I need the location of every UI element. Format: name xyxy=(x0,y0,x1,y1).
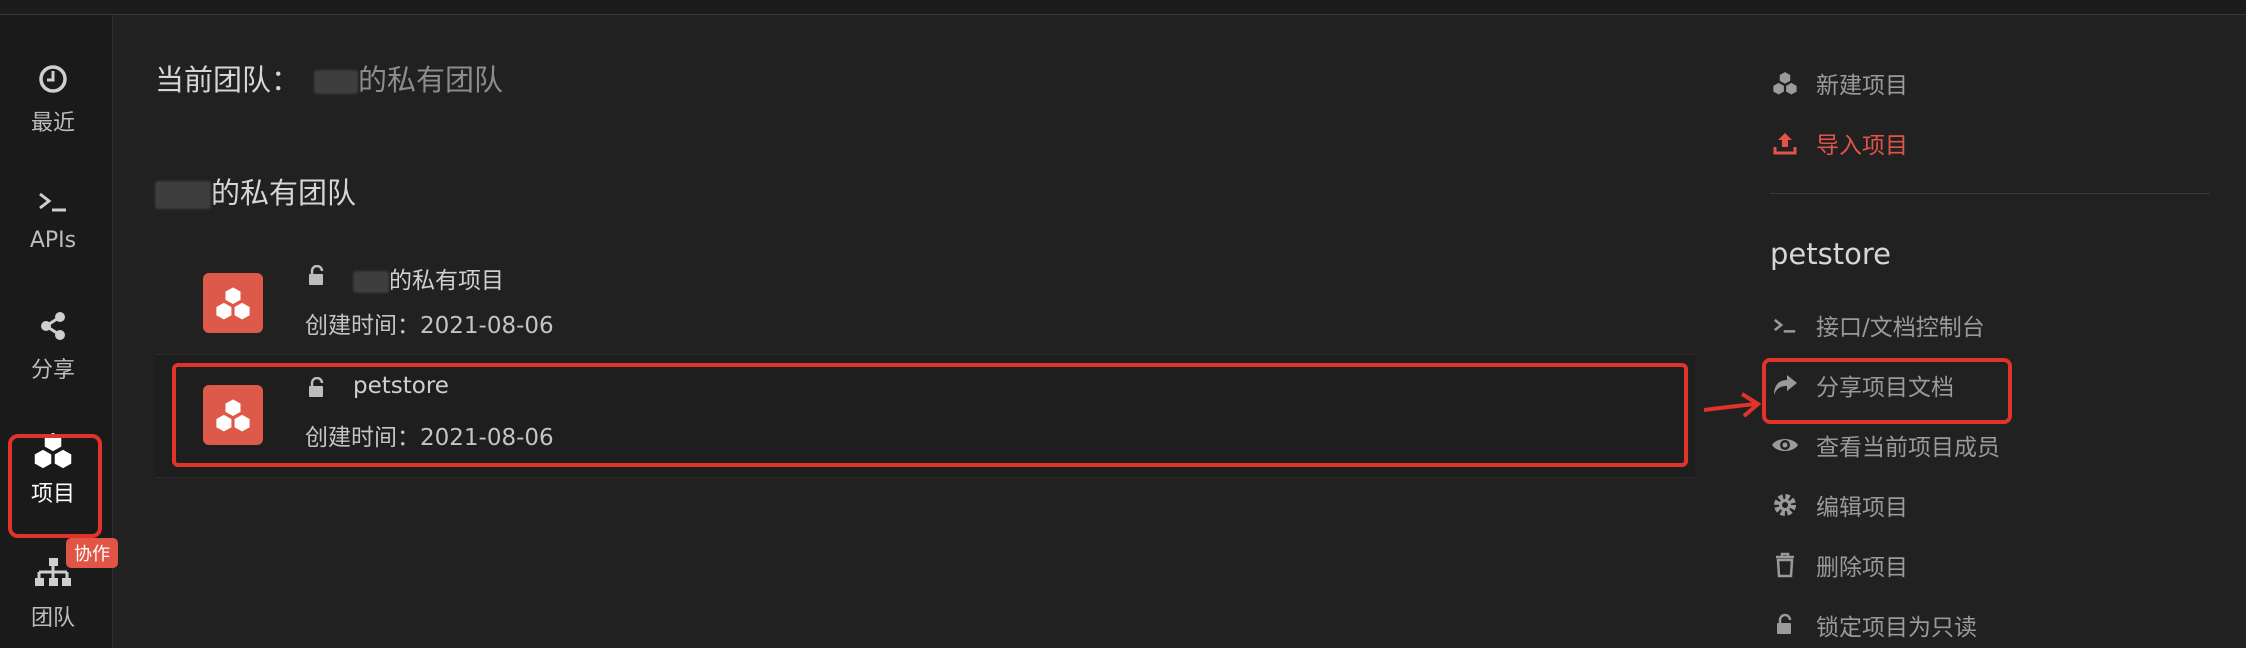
redacted-text xyxy=(155,181,211,209)
view-project-members-button[interactable]: 查看当前项目成员 xyxy=(1770,425,2000,465)
sidebar-item-share[interactable]: 分享 xyxy=(0,304,106,384)
terminal-icon xyxy=(39,192,66,212)
sidebar-item-recent[interactable]: 最近 xyxy=(0,57,106,137)
unlock-icon xyxy=(1770,610,1800,640)
sidebar-item-label: 分享 xyxy=(30,358,75,383)
main-content: 当前团队： 的私有团队 的私有团队 的私有项目 创建时间：2021-08-06 xyxy=(112,15,1695,648)
divider xyxy=(1770,193,2210,194)
team-section-title: 的私有团队 xyxy=(155,170,356,212)
window-top-bar xyxy=(0,0,2246,15)
current-team: 当前团队： 的私有团队 xyxy=(155,57,503,99)
trash-icon xyxy=(1770,550,1800,580)
terminal-icon xyxy=(1770,310,1800,340)
eye-icon xyxy=(1770,430,1800,460)
annotation-highlight-box xyxy=(172,363,1688,467)
redacted-text xyxy=(314,70,359,94)
team-section-label: 的私有团队 xyxy=(211,176,357,210)
clock-icon xyxy=(39,65,67,93)
lock-project-readonly-button[interactable]: 锁定项目为只读 xyxy=(1770,605,1977,645)
share-icon xyxy=(41,312,65,340)
current-team-value: 的私有团队 xyxy=(358,63,504,97)
sidebar-item-label: 最近 xyxy=(30,111,75,136)
edit-project-button[interactable]: 编辑项目 xyxy=(1770,485,1908,525)
annotation-highlight-box xyxy=(1762,358,2012,424)
sidebar-item-apis[interactable]: APIs xyxy=(0,180,106,253)
project-actions-panel: 新建项目 导入项目 petstore 接口/文档控制台 分享项目文档 查看当前项… xyxy=(1770,15,2210,648)
gear-icon xyxy=(1770,490,1800,520)
current-team-label: 当前团队： xyxy=(155,63,301,97)
collab-badge: 协作 xyxy=(66,538,118,568)
annotation-arrow-icon xyxy=(1703,392,1762,418)
project-row[interactable]: 的私有项目 创建时间：2021-08-06 xyxy=(155,247,1695,369)
project-created-date: 创建时间：2021-08-06 xyxy=(305,313,554,339)
project-cubes-icon xyxy=(203,273,263,333)
new-project-button[interactable]: 新建项目 xyxy=(1770,63,1908,103)
api-doc-console-button[interactable]: 接口/文档控制台 xyxy=(1770,305,1985,345)
sidebar-item-label: APIs xyxy=(29,228,77,253)
selected-project-title: petstore xyxy=(1770,237,1891,271)
import-project-button[interactable]: 导入项目 xyxy=(1770,123,1908,163)
project-name[interactable]: 的私有项目 xyxy=(353,261,504,295)
redacted-text xyxy=(353,270,389,293)
cubes-icon xyxy=(1770,68,1800,98)
upload-icon xyxy=(1770,128,1800,158)
unlock-icon xyxy=(309,265,324,285)
annotation-highlight-box xyxy=(8,434,102,538)
sidebar-item-label: 团队 xyxy=(30,606,75,631)
delete-project-button[interactable]: 删除项目 xyxy=(1770,545,1908,585)
